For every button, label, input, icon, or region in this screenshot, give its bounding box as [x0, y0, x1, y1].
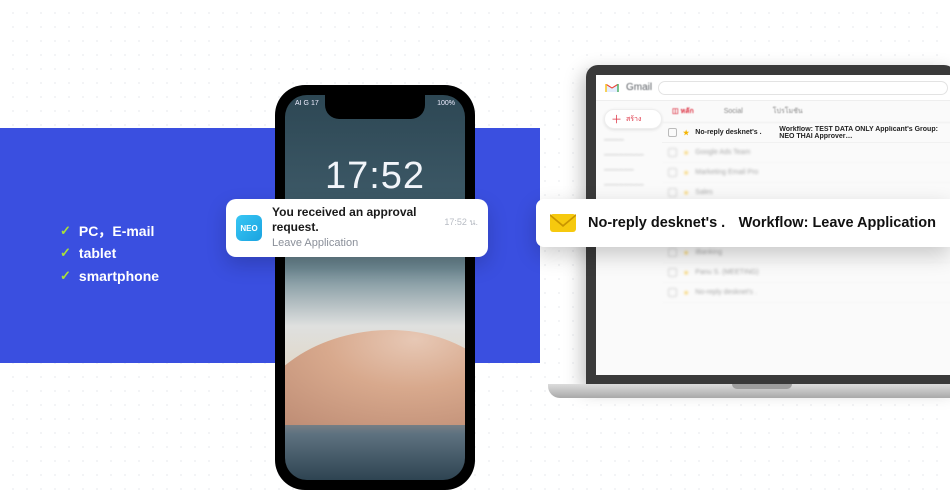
tab-promo[interactable]: โปรโมชัน — [773, 106, 803, 117]
app-header: Gmail — [596, 75, 950, 101]
check-icon: ✓ — [60, 266, 71, 287]
sidebar-item[interactable]: ────── — [604, 167, 654, 174]
star-icon[interactable]: ★ — [683, 129, 689, 137]
clock-time: 17:52 — [285, 155, 465, 198]
list-item: ✓ tablet — [60, 242, 159, 264]
check-icon: ✓ — [60, 221, 71, 242]
notification-body: You received an approval request. Leave … — [272, 205, 430, 251]
list-item: ✓ smartphone — [60, 265, 159, 287]
subject-bold: Leave Application — [812, 215, 936, 231]
feature-label: PC，E-mail — [79, 220, 154, 242]
laptop-hinge — [732, 384, 792, 389]
app-icon: NEO — [236, 215, 262, 241]
wallpaper-shape — [285, 330, 465, 425]
tab-primary[interactable]: ◫ หลัก — [672, 106, 694, 117]
email-subject: Workflow: Leave Application — [739, 215, 936, 231]
laptop-mockup: Gmail ＋ สร้าง ──── ──────── ────── ─────… — [548, 65, 950, 495]
sidebar-item[interactable]: ──────── — [604, 182, 654, 189]
tab-social[interactable]: Social — [724, 108, 743, 115]
smartphone-mockup: AI G 17 100% 17:52 พุธ 02/02 — [275, 85, 475, 490]
inbox-tabs: ◫ หลัก Social โปรโมชัน — [662, 101, 950, 123]
status-left: AI G 17 — [295, 100, 319, 107]
sidebar-nav: ──── ──────── ────── ──────── — [604, 137, 654, 189]
check-icon: ✓ — [60, 243, 71, 264]
list-item: ✓ PC，E-mail — [60, 220, 159, 242]
feature-label: smartphone — [79, 265, 159, 287]
mail-icon — [550, 214, 576, 232]
table-row[interactable]: ★ No-reply desknet's . Workflow: TEST DA… — [662, 123, 950, 143]
checkbox-icon[interactable] — [668, 128, 677, 137]
compose-label: สร้าง — [626, 114, 641, 125]
email-from: No-reply desknet's . — [588, 215, 727, 231]
app-name: Gmail — [626, 82, 652, 93]
status-right: 100% — [437, 100, 455, 107]
notification-time: 17:52 น. — [444, 215, 478, 229]
feature-list: ✓ PC，E-mail ✓ tablet ✓ smartphone — [60, 220, 159, 287]
table-row[interactable]: ★Marketing Email Pro — [662, 163, 950, 183]
plus-icon: ＋ — [611, 111, 622, 127]
push-notification[interactable]: NEO You received an approval request. Le… — [226, 199, 488, 257]
compose-button[interactable]: ＋ สร้าง — [604, 109, 662, 129]
phone-screen: AI G 17 100% 17:52 พุธ 02/02 — [285, 95, 465, 480]
sidebar-item[interactable]: ──────── — [604, 152, 654, 159]
phone-notch — [325, 95, 425, 119]
feature-label: tablet — [79, 242, 116, 264]
table-row[interactable]: ★Panu S. (MEETING) — [662, 263, 950, 283]
row-sender: No-reply desknet's . — [695, 129, 773, 136]
laptop-base — [548, 384, 950, 398]
notification-title: You received an approval request. — [272, 205, 430, 235]
table-row[interactable]: ★No-reply desknet's . — [662, 283, 950, 303]
notification-subtitle: Leave Application — [272, 237, 430, 251]
gmail-icon — [604, 80, 620, 96]
email-preview-card[interactable]: No-reply desknet's . Workflow: Leave App… — [536, 199, 950, 247]
row-subject: Workflow: TEST DATA ONLY Applicant's Gro… — [779, 126, 950, 140]
table-row[interactable]: ★Google Ads Team — [662, 143, 950, 163]
search-input[interactable] — [658, 81, 948, 95]
subject-prefix: Workflow: — [739, 215, 809, 231]
sidebar-item[interactable]: ──── — [604, 137, 654, 144]
